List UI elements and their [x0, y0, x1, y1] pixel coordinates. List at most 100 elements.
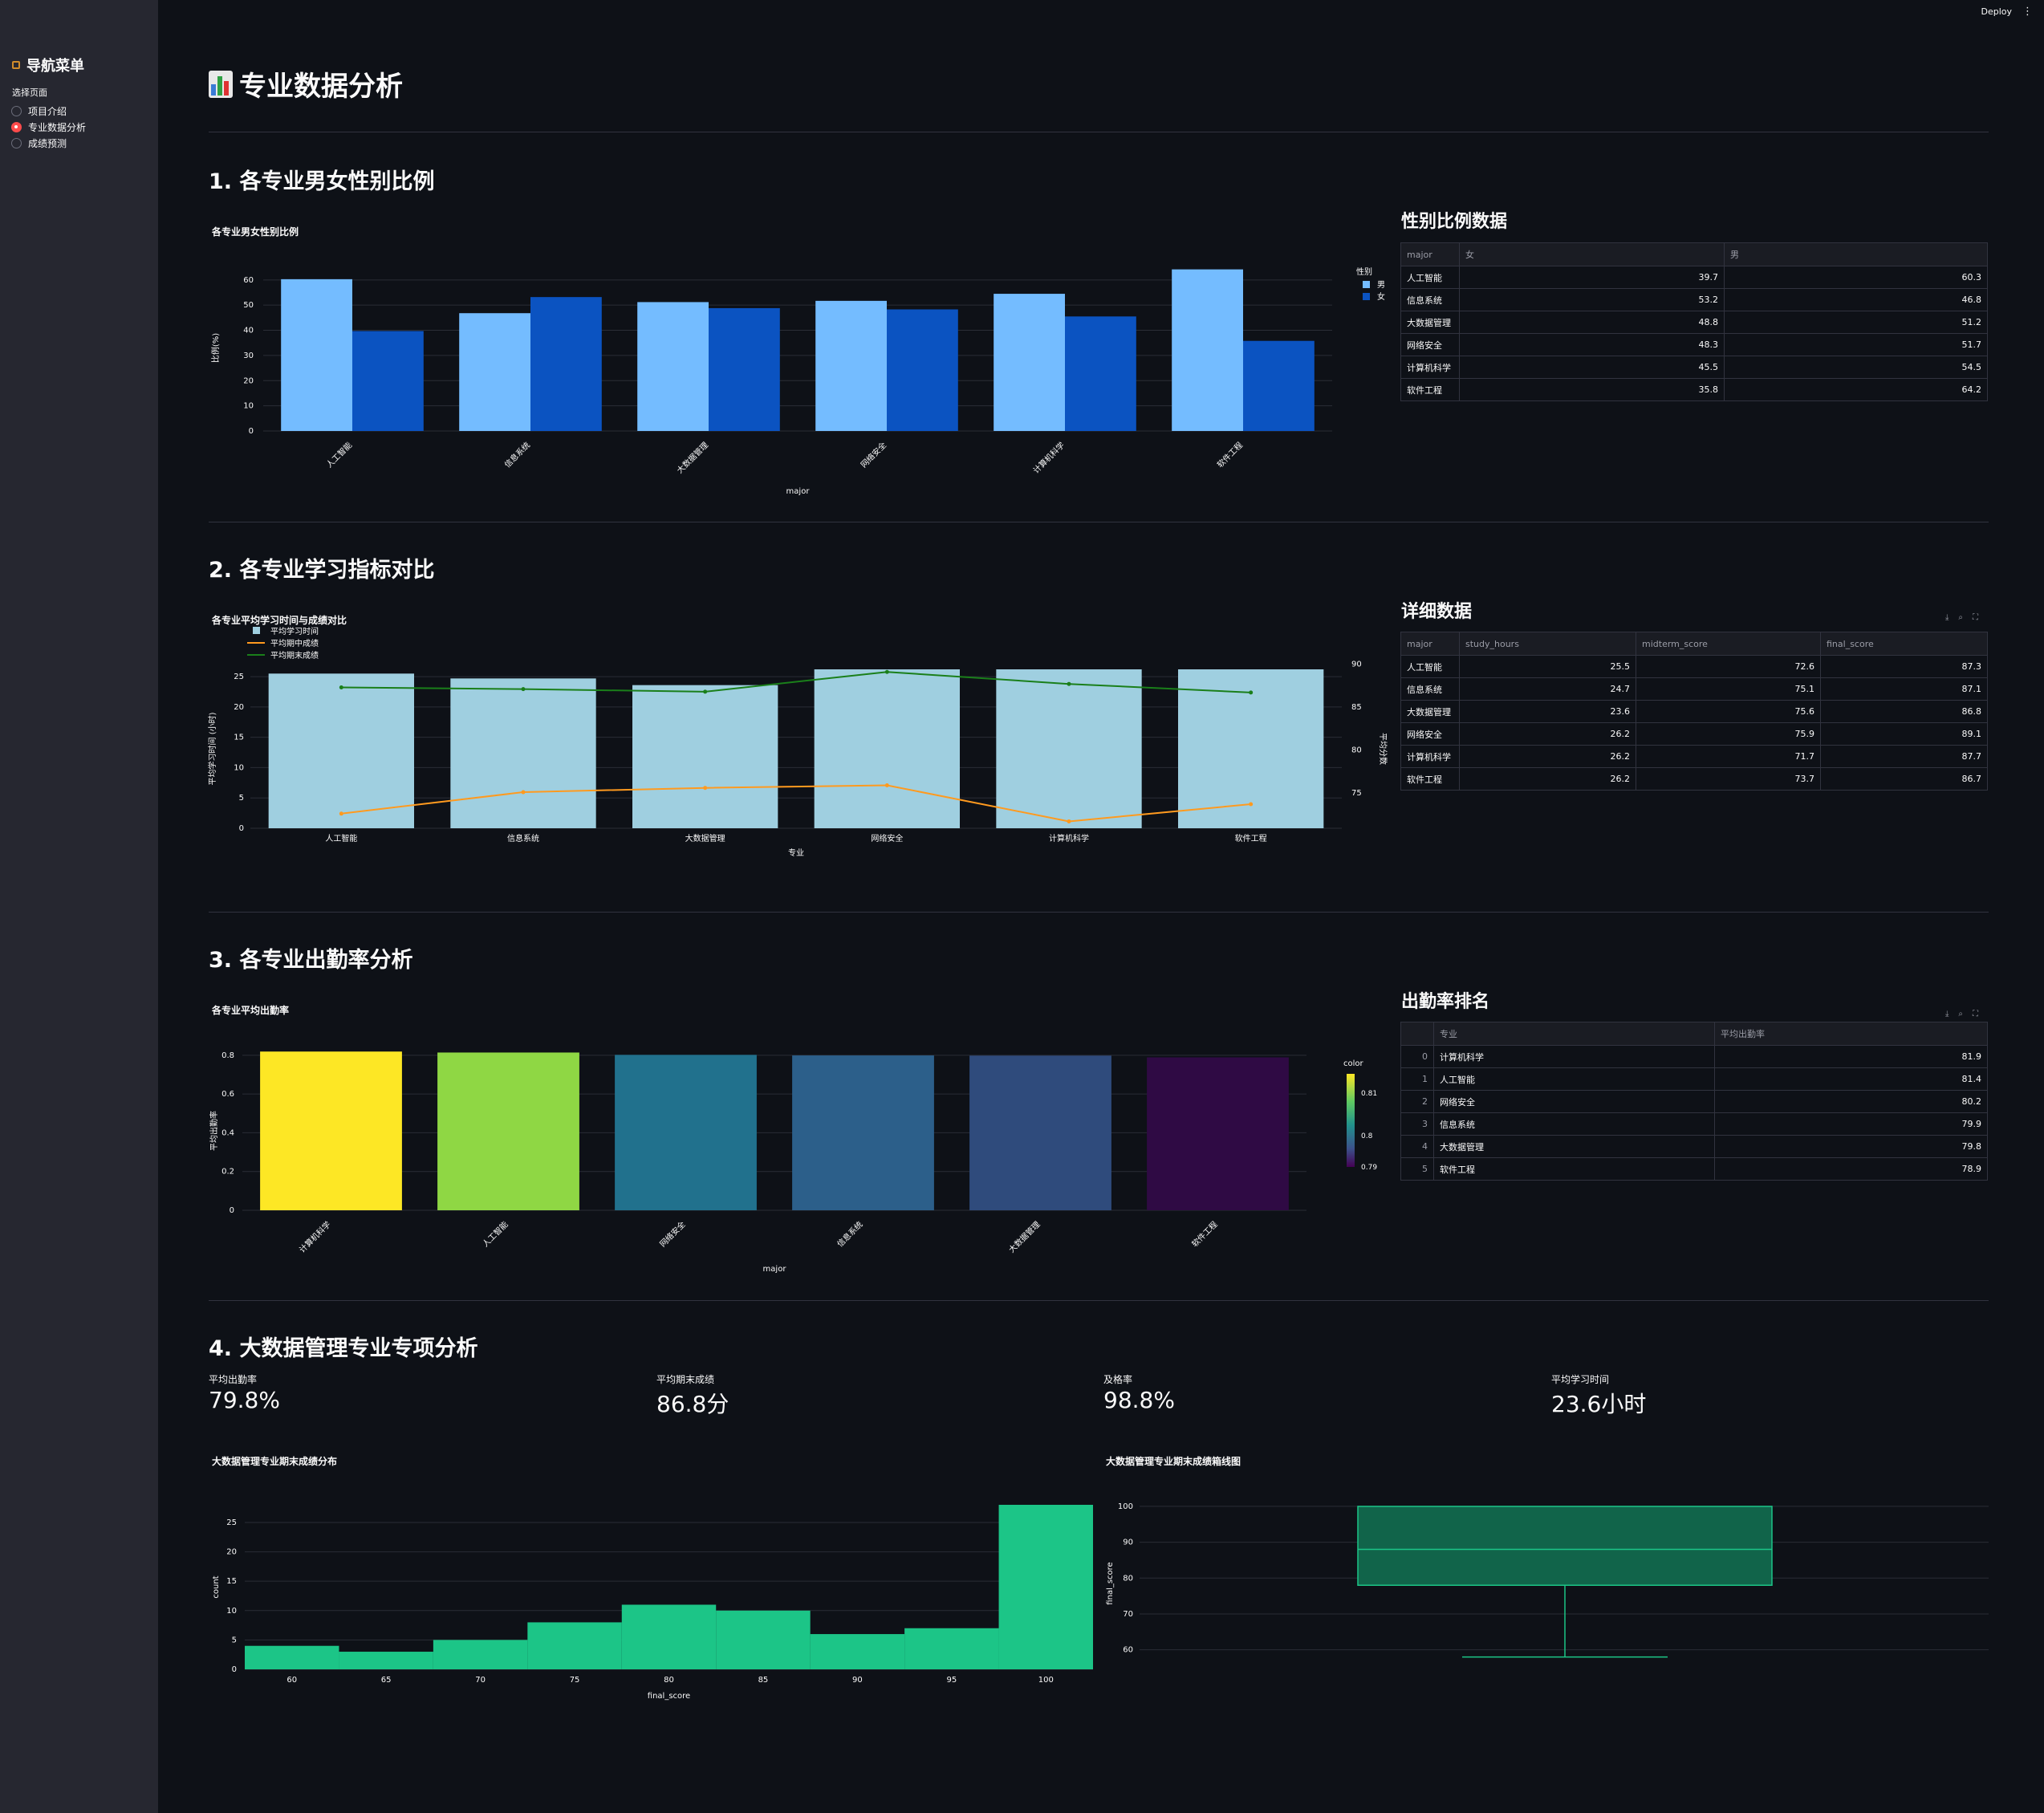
table-row[interactable]: 2 网络安全 80.2	[1401, 1090, 1987, 1112]
table-cell[interactable]: 48.8	[1459, 311, 1724, 333]
table-cell[interactable]: 64.2	[1724, 379, 1987, 400]
column-header[interactable]: 平均出勤率	[1714, 1022, 1987, 1045]
radio-option-intro[interactable]: 项目介绍	[11, 104, 67, 118]
table-cell[interactable]: 87.7	[1820, 746, 1987, 767]
attendance-ranking-table[interactable]: 专业 平均出勤率 0 计算机科学 81.9 1 人工智能 81.4 2 网络安全 80.2 3 信息系统…	[1400, 1022, 1988, 1181]
table-cell[interactable]: 54.5	[1724, 356, 1987, 378]
table-cell[interactable]: 86.7	[1820, 768, 1987, 790]
table-row[interactable]: 大数据管理 48.8 51.2	[1401, 311, 1987, 333]
column-header[interactable]: final_score	[1820, 632, 1987, 655]
table-cell[interactable]: 计算机科学	[1433, 1046, 1714, 1067]
table-cell[interactable]: 72.6	[1636, 656, 1820, 677]
table-row[interactable]: 网络安全 26.2 75.9 89.1	[1401, 722, 1987, 745]
column-header[interactable]: major	[1401, 243, 1459, 266]
table-cell[interactable]: 网络安全	[1401, 723, 1459, 745]
table-cell[interactable]: 51.7	[1724, 334, 1987, 356]
radio-option-analysis[interactable]: 专业数据分析	[11, 120, 86, 134]
table-cell[interactable]: 48.3	[1459, 334, 1724, 356]
gender-ratio-table[interactable]: major 女男人工智能 39.7 60.3 信息系统 53.2 46.8 大数据管理 48.8…	[1400, 242, 1988, 401]
table-cell[interactable]: 78.9	[1714, 1158, 1987, 1180]
radio-label[interactable]: 成绩预测	[28, 136, 67, 150]
table-cell[interactable]: 1	[1401, 1068, 1433, 1090]
table-row[interactable]: 1 人工智能 81.4	[1401, 1067, 1987, 1090]
table-row[interactable]: 网络安全 48.3 51.7	[1401, 333, 1987, 356]
table-cell[interactable]: 75.6	[1636, 701, 1820, 722]
table-cell[interactable]: 网络安全	[1433, 1091, 1714, 1112]
table-row[interactable]: 大数据管理 23.6 75.6 86.8	[1401, 700, 1987, 722]
table-cell[interactable]: 87.3	[1820, 656, 1987, 677]
table-row[interactable]: 计算机科学 26.2 71.7 87.7	[1401, 745, 1987, 767]
table-cell[interactable]: 人工智能	[1401, 656, 1459, 677]
table-cell[interactable]: 信息系统	[1433, 1113, 1714, 1135]
radio-option-prediction[interactable]: 成绩预测	[11, 136, 67, 150]
column-header[interactable]: study_hours	[1459, 632, 1636, 655]
table-cell[interactable]: 73.7	[1636, 768, 1820, 790]
table-cell[interactable]: 计算机科学	[1401, 356, 1459, 378]
column-header[interactable]: major	[1401, 632, 1459, 655]
table-cell[interactable]: 39.7	[1459, 266, 1724, 288]
table-cell[interactable]: 网络安全	[1401, 334, 1459, 356]
table-row[interactable]: 人工智能 25.5 72.6 87.3	[1401, 655, 1987, 677]
table-cell[interactable]: 人工智能	[1401, 266, 1459, 288]
table-cell[interactable]: 3	[1401, 1113, 1433, 1135]
table-cell[interactable]: 60.3	[1724, 266, 1987, 288]
fullscreen-icon[interactable]: ⛶	[1973, 613, 1978, 622]
table-cell[interactable]: 信息系统	[1401, 678, 1459, 700]
table-cell[interactable]: 86.8	[1820, 701, 1987, 722]
table-cell[interactable]: 2	[1401, 1091, 1433, 1112]
deploy-button[interactable]: Deploy	[1981, 6, 2012, 17]
table-cell[interactable]: 大数据管理	[1401, 701, 1459, 722]
table-cell[interactable]: 23.6	[1459, 701, 1636, 722]
table-row[interactable]: 3 信息系统 79.9	[1401, 1112, 1987, 1135]
table-row[interactable]: 计算机科学 45.5 54.5	[1401, 356, 1987, 378]
column-header[interactable]: 专业	[1433, 1022, 1714, 1045]
table-cell[interactable]: 75.1	[1636, 678, 1820, 700]
table-cell[interactable]: 81.4	[1714, 1068, 1987, 1090]
table-cell[interactable]: 26.2	[1459, 768, 1636, 790]
table-cell[interactable]: 53.2	[1459, 289, 1724, 311]
table-cell[interactable]: 26.2	[1459, 723, 1636, 745]
search-icon[interactable]: ⌕	[1958, 1010, 1963, 1018]
table-row[interactable]: 软件工程 26.2 73.7 86.7	[1401, 767, 1987, 790]
table-cell[interactable]: 26.2	[1459, 746, 1636, 767]
table-cell[interactable]: 4	[1401, 1136, 1433, 1157]
table-cell[interactable]: 软件工程	[1433, 1158, 1714, 1180]
table-row[interactable]: 人工智能 39.7 60.3	[1401, 266, 1987, 288]
table-cell[interactable]: 人工智能	[1433, 1068, 1714, 1090]
table-cell[interactable]: 软件工程	[1401, 768, 1459, 790]
table-cell[interactable]: 80.2	[1714, 1091, 1987, 1112]
table-cell[interactable]: 计算机科学	[1401, 746, 1459, 767]
detail-data-table[interactable]: major study_hours midterm_score final_score…	[1400, 632, 1988, 791]
column-header[interactable]: 男	[1724, 243, 1987, 266]
table-row[interactable]: 0 计算机科学 81.9	[1401, 1045, 1987, 1067]
table-cell[interactable]: 89.1	[1820, 723, 1987, 745]
table-row[interactable]: 4 大数据管理 79.8	[1401, 1135, 1987, 1157]
table-cell[interactable]: 71.7	[1636, 746, 1820, 767]
column-header[interactable]: midterm_score	[1636, 632, 1820, 655]
column-header[interactable]: 女	[1459, 243, 1724, 266]
table-cell[interactable]: 信息系统	[1401, 289, 1459, 311]
table-cell[interactable]: 46.8	[1724, 289, 1987, 311]
radio-unselected-icon[interactable]	[11, 106, 22, 116]
table-row[interactable]: 信息系统 24.7 75.1 87.1	[1401, 677, 1987, 700]
table-cell[interactable]: 大数据管理	[1401, 311, 1459, 333]
kebab-menu-icon[interactable]: ⋮	[2022, 6, 2033, 18]
table-cell[interactable]: 51.2	[1724, 311, 1987, 333]
table-row[interactable]: 信息系统 53.2 46.8	[1401, 288, 1987, 311]
download-icon[interactable]: ⤓	[1945, 613, 1949, 622]
column-header[interactable]	[1401, 1022, 1433, 1045]
table-cell[interactable]: 87.1	[1820, 678, 1987, 700]
download-icon[interactable]: ⤓	[1945, 1010, 1949, 1018]
table-cell[interactable]: 软件工程	[1401, 379, 1459, 400]
radio-unselected-icon[interactable]	[11, 138, 22, 148]
table-cell[interactable]: 24.7	[1459, 678, 1636, 700]
table-cell[interactable]: 45.5	[1459, 356, 1724, 378]
table-cell[interactable]: 79.8	[1714, 1136, 1987, 1157]
table-cell[interactable]: 0	[1401, 1046, 1433, 1067]
table-cell[interactable]: 79.9	[1714, 1113, 1987, 1135]
search-icon[interactable]: ⌕	[1958, 613, 1963, 622]
table-cell[interactable]: 25.5	[1459, 656, 1636, 677]
table-cell[interactable]: 81.9	[1714, 1046, 1987, 1067]
table-cell[interactable]: 大数据管理	[1433, 1136, 1714, 1157]
radio-selected-icon[interactable]	[11, 122, 22, 132]
